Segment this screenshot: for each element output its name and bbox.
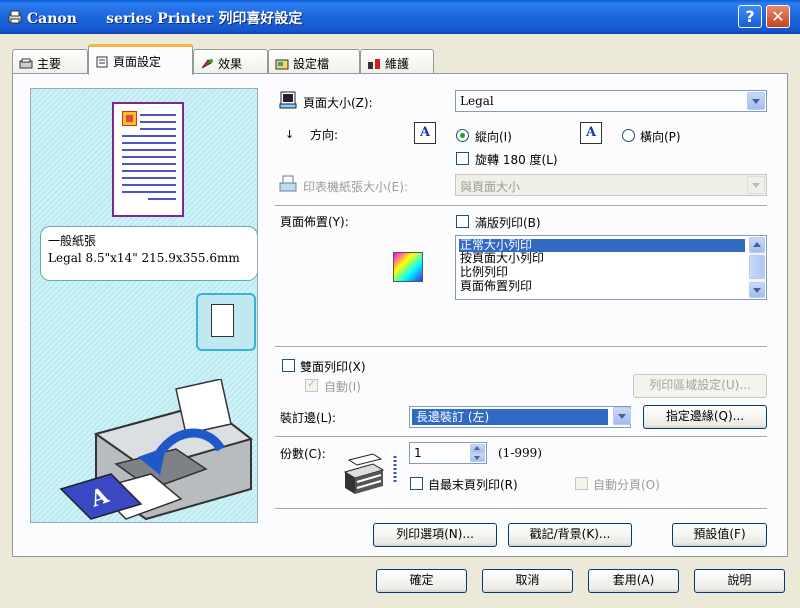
preview-pane: 一般紙張 Legal 8.5"x14" 215.9x355.6mm A: [30, 88, 258, 523]
help-button[interactable]: 說明: [694, 569, 785, 593]
print-options-button[interactable]: 列印選項(N)...: [373, 523, 497, 547]
portrait-radio[interactable]: [456, 129, 469, 142]
binding-dropdown[interactable]: 長邊裝訂 (左): [409, 406, 631, 428]
portrait-icon: A: [414, 122, 436, 144]
defaults-button[interactable]: 預設值(F): [672, 523, 767, 547]
tab-main-label: 主要: [37, 57, 62, 71]
orientation-label: 方向:: [310, 128, 339, 142]
profiles-icon: [275, 59, 289, 70]
printer-paper-size-value: 與頁面大小: [460, 180, 521, 194]
paper-size-text: Legal 8.5"x14" 215.9x355.6mm: [48, 251, 240, 265]
spin-down-icon[interactable]: [470, 453, 485, 462]
stamp-background-button[interactable]: 戳記/背景(K)...: [508, 523, 632, 547]
window-title: Canon series Printer 列印喜好設定: [27, 11, 303, 27]
copies-stack-icon: [343, 453, 397, 494]
separator: [275, 346, 767, 348]
tab-profiles-label: 設定檔: [293, 57, 330, 71]
copies-label: 份數(C):: [280, 447, 326, 461]
separator: [275, 508, 767, 510]
ok-button[interactable]: 確定: [376, 569, 467, 593]
list-item[interactable]: 按頁面大小列印: [459, 252, 745, 265]
reverse-order-label[interactable]: 自最末頁列印(R): [428, 476, 518, 493]
binding-value: 長邊裝訂 (左): [412, 409, 608, 425]
close-button[interactable]: ✕: [766, 5, 790, 28]
tab-main[interactable]: 主要: [12, 49, 88, 74]
landscape-radio[interactable]: [622, 129, 635, 142]
borderless-label[interactable]: 滿版列印(B): [475, 214, 541, 231]
page-text-lines: [122, 114, 176, 205]
rotate-180-label[interactable]: 旋轉 180 度(L): [475, 151, 558, 168]
auto-duplex-checkbox[interactable]: [305, 377, 318, 392]
scroll-down-icon[interactable]: [749, 282, 765, 298]
tab-maintenance[interactable]: 維護: [360, 49, 434, 74]
spin-up-icon[interactable]: [470, 444, 485, 453]
collate-checkbox[interactable]: [575, 477, 588, 490]
auto-duplex-label: 自動(I): [324, 380, 361, 394]
borderless-checkbox[interactable]: [456, 215, 469, 228]
printer-paper-icon: [279, 175, 297, 192]
landscape-icon: A: [580, 122, 602, 144]
title-bar: Canon series Printer 列印喜好設定 ? ✕: [0, 0, 800, 34]
page-preview-thumbnail: [112, 102, 184, 217]
duplex-label[interactable]: 雙面列印(X): [300, 358, 366, 375]
page-size-value: Legal: [460, 94, 494, 108]
portrait-label[interactable]: 縱向(I): [475, 128, 512, 145]
arrow-down-icon: ↓: [285, 128, 295, 141]
paper-type-text: 一般紙張: [48, 234, 97, 248]
printer-paper-size-label: 印表機紙張大小(E):: [303, 180, 408, 194]
duplex-checkbox[interactable]: [282, 359, 295, 372]
page-size-icon: [279, 91, 297, 109]
layout-preview-icon: [393, 252, 423, 282]
tab-page-setup[interactable]: 頁面設定: [88, 44, 193, 75]
output-page-preview: [196, 293, 256, 351]
listbox-scrollbar[interactable]: [749, 237, 765, 298]
list-item[interactable]: 頁面佈置列印: [459, 280, 745, 293]
page-size-dropdown[interactable]: Legal: [455, 90, 767, 112]
rotate-180-checkbox[interactable]: [456, 152, 469, 165]
binding-dropdown-arrow[interactable]: [610, 406, 632, 428]
reverse-order-checkbox[interactable]: [410, 477, 423, 490]
tab-page-setup-label: 頁面設定: [113, 55, 162, 69]
maintenance-icon: [368, 59, 380, 69]
chevron-down-icon: [747, 176, 765, 194]
paper-info-bubble: 一般紙張 Legal 8.5"x14" 215.9x355.6mm: [40, 226, 257, 281]
page-setup-icon: [96, 56, 108, 68]
apply-button[interactable]: 套用(A): [588, 569, 679, 593]
separator: [275, 436, 767, 438]
copies-spinner[interactable]: 1: [409, 442, 487, 464]
chevron-down-icon: [613, 407, 631, 425]
chevron-down-icon: [747, 92, 765, 110]
small-page-icon: [211, 304, 234, 337]
collate-label: 自動分頁(O): [593, 478, 660, 492]
copies-range: (1-999): [498, 446, 542, 460]
printer-app-icon: [8, 10, 22, 24]
list-item[interactable]: 比例列印: [459, 266, 745, 279]
main-tab-icon: [19, 58, 33, 69]
tab-effects-label: 效果: [218, 57, 243, 71]
binding-label: 裝訂邊(L):: [280, 411, 337, 425]
tab-profiles[interactable]: 設定檔: [268, 49, 360, 74]
printer-paper-size-dropdown[interactable]: 與頁面大小: [455, 174, 767, 196]
effects-icon: [201, 59, 213, 69]
scroll-thumb[interactable]: [749, 255, 765, 279]
page-size-label: 頁面大小(Z):: [303, 96, 373, 110]
cancel-button[interactable]: 取消: [482, 569, 573, 593]
copies-value: 1: [414, 446, 422, 460]
printer-illustration: A: [59, 379, 254, 521]
specify-margin-button[interactable]: 指定邊緣(Q)...: [643, 405, 767, 429]
scroll-up-icon[interactable]: [749, 237, 765, 253]
print-area-settings-button[interactable]: 列印區域設定(U)...: [633, 374, 767, 398]
separator: [275, 205, 767, 207]
page-layout-label: 頁面佈置(Y):: [280, 215, 349, 229]
tab-maintenance-label: 維護: [385, 57, 410, 71]
tab-effects[interactable]: 效果: [193, 49, 268, 74]
help-title-button[interactable]: ?: [738, 5, 762, 28]
page-layout-listbox[interactable]: 正常大小列印 按頁面大小列印 比例列印 頁面佈置列印: [455, 235, 767, 300]
landscape-label[interactable]: 橫向(P): [640, 128, 681, 145]
